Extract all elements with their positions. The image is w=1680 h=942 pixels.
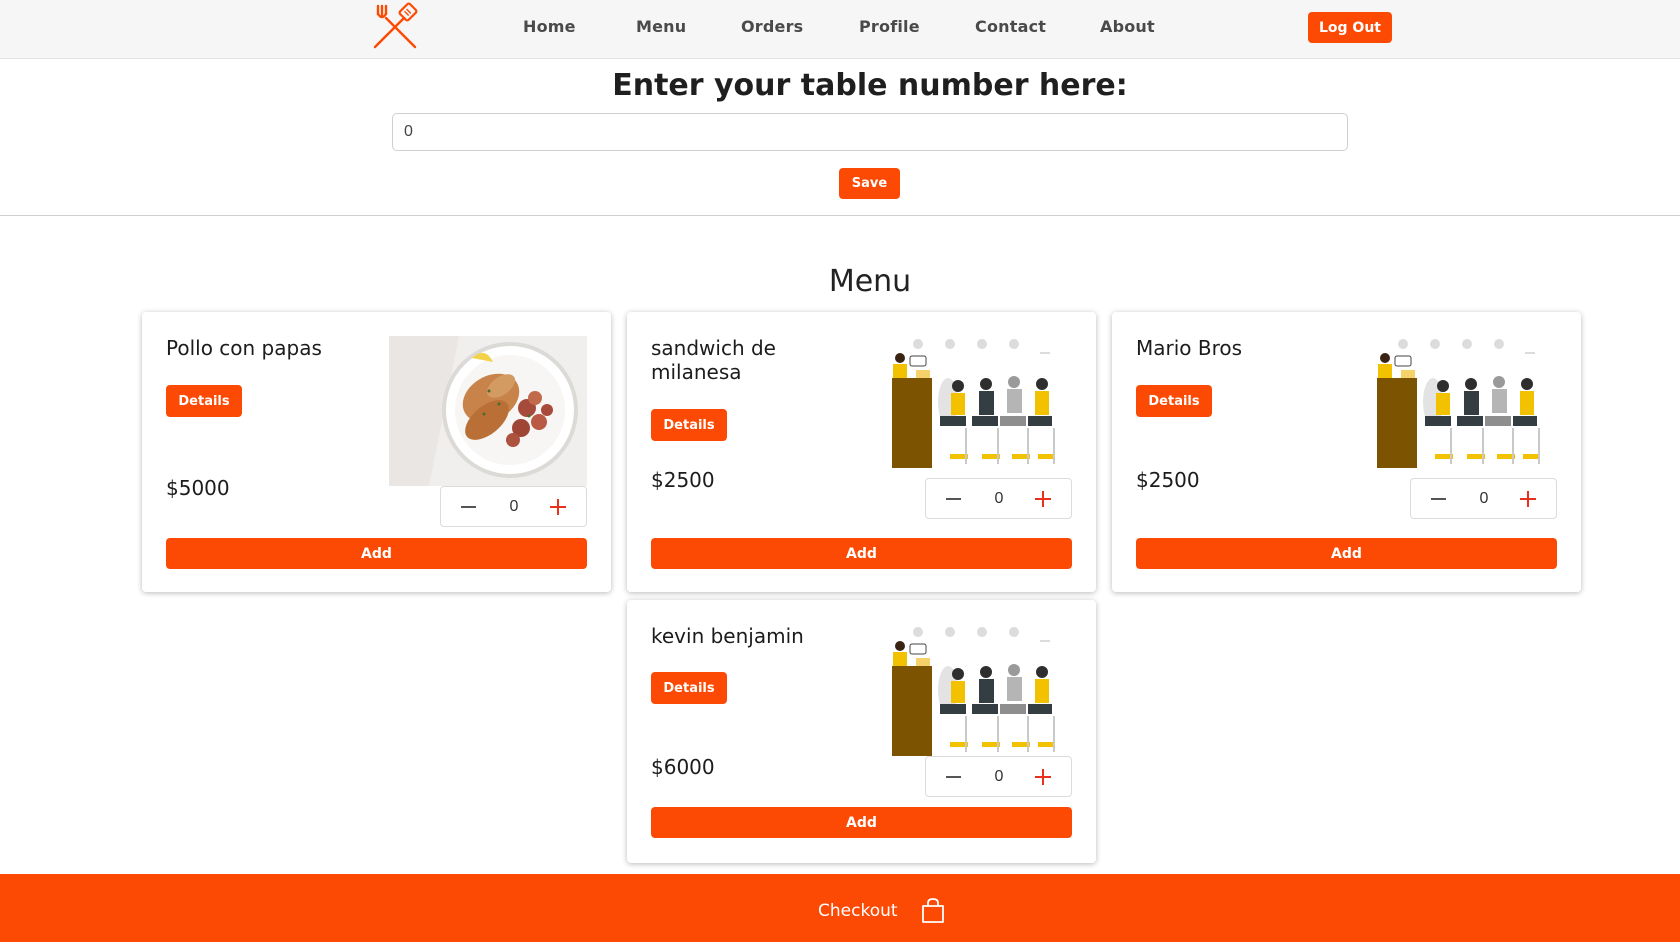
grilled-chicken-potatoes-photo (389, 336, 587, 486)
plus-icon[interactable] (1031, 488, 1055, 510)
details-button[interactable]: Details (1136, 385, 1212, 417)
menu-item-name: kevin benjamin (651, 624, 804, 648)
quantity-value[interactable]: 0 (976, 490, 1022, 508)
nav-orders[interactable]: Orders (741, 17, 803, 36)
minus-icon[interactable] (457, 496, 481, 518)
quantity-stepper: 0 (1410, 478, 1557, 519)
top-navbar: Home Menu Orders Profile Contact About L… (0, 0, 1680, 59)
conference-speaker-illustration (1363, 336, 1553, 468)
logout-button[interactable]: Log Out (1308, 12, 1392, 43)
quantity-value[interactable]: 0 (491, 498, 537, 516)
add-to-order-button[interactable]: Add (166, 538, 587, 569)
plus-icon[interactable] (1031, 766, 1055, 788)
checkout-bar[interactable]: Checkout (0, 874, 1680, 942)
plus-icon[interactable] (1516, 488, 1540, 510)
menu-item-price: $2500 (651, 468, 715, 492)
shopping-bag-icon (922, 898, 944, 923)
menu-heading: Menu (828, 264, 912, 299)
table-number-input[interactable] (392, 113, 1348, 151)
plus-icon[interactable] (546, 496, 570, 518)
details-button[interactable]: Details (166, 385, 242, 417)
nav-about[interactable]: About (1100, 17, 1155, 36)
menu-item-name: Mario Bros (1136, 336, 1243, 360)
minus-icon[interactable] (1427, 488, 1451, 510)
details-button[interactable]: Details (651, 409, 727, 441)
quantity-stepper: 0 (925, 478, 1072, 519)
quantity-stepper: 0 (925, 756, 1072, 797)
details-button[interactable]: Details (651, 672, 727, 704)
conference-speaker-illustration (878, 336, 1068, 468)
menu-item-name: Pollo con papas (166, 336, 322, 360)
quantity-stepper: 0 (440, 486, 587, 527)
nav-menu[interactable]: Menu (636, 17, 686, 36)
section-divider (0, 215, 1680, 216)
menu-card: Pollo con papas Details $5000 0 Add (142, 312, 611, 592)
menu-item-price: $6000 (651, 755, 715, 779)
add-to-order-button[interactable]: Add (651, 538, 1072, 569)
conference-speaker-illustration (878, 624, 1068, 756)
nav-contact[interactable]: Contact (975, 17, 1046, 36)
menu-card: kevin benjamin Details $6000 0 Add (627, 600, 1096, 863)
quantity-value[interactable]: 0 (1461, 490, 1507, 508)
nav-links: Home Menu Orders Profile Contact About (0, 17, 1680, 41)
menu-item-price: $2500 (1136, 468, 1200, 492)
menu-item-name: sandwich de milanesa (651, 336, 776, 384)
nav-profile[interactable]: Profile (859, 17, 920, 36)
minus-icon[interactable] (942, 766, 966, 788)
add-to-order-button[interactable]: Add (1136, 538, 1557, 569)
quantity-value[interactable]: 0 (976, 768, 1022, 786)
menu-card: sandwich de milanesa Details $2500 0 Add (627, 312, 1096, 592)
add-to-order-button[interactable]: Add (651, 807, 1072, 838)
nav-home[interactable]: Home (523, 17, 576, 36)
save-table-button[interactable]: Save (839, 168, 900, 199)
minus-icon[interactable] (942, 488, 966, 510)
checkout-label: Checkout (818, 901, 898, 921)
table-number-heading: Enter your table number here: (612, 68, 1128, 103)
menu-item-price: $5000 (166, 476, 230, 500)
menu-card: Mario Bros Details $2500 0 Add (1112, 312, 1581, 592)
